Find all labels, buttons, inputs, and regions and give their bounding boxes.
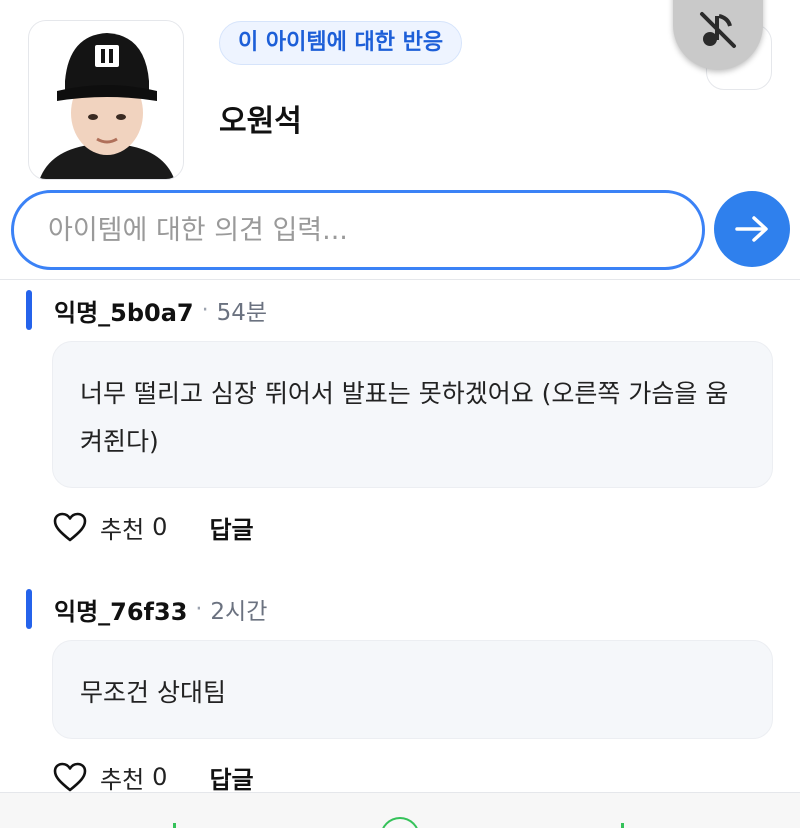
comment-input[interactable]	[11, 190, 705, 270]
like-label: 추천	[100, 515, 145, 544]
item-name: 오원석	[219, 104, 302, 139]
comment-text: 무조건 상대팀	[52, 640, 773, 739]
heart-icon	[53, 512, 87, 542]
like-count: 0	[152, 763, 168, 791]
reply-button[interactable]: 답글	[209, 760, 253, 795]
separator-dot: ·	[195, 596, 203, 622]
player-photo	[28, 20, 184, 180]
comment-actions: 추천 0 답글	[52, 505, 254, 549]
send-arrow-icon	[735, 216, 768, 242]
separator-dot: ·	[201, 297, 209, 323]
comment-accent-bar	[26, 589, 32, 629]
like-button[interactable]: 추천 0	[52, 510, 167, 545]
comment-author: 익명_5b0a7	[54, 298, 194, 327]
heart-icon	[53, 762, 87, 792]
comment-text: 너무 떨리고 심장 뛰어서 발표는 못하겠어요 (오른쪽 가슴을 움켜쥔다)	[52, 341, 773, 488]
comment-time: 54분	[216, 300, 268, 326]
like-count: 0	[152, 513, 168, 541]
comment-header: 익명_5b0a7 · 54분	[26, 290, 267, 330]
reply-button[interactable]: 답글	[209, 510, 253, 545]
like-button[interactable]: 추천 0	[52, 760, 167, 795]
nav-item-right[interactable]	[621, 823, 624, 828]
comment-composer	[0, 182, 800, 280]
nav-item-left[interactable]	[173, 823, 176, 828]
mute-icon	[700, 12, 736, 48]
comment-header: 익명_76f33 · 2시간	[26, 589, 267, 629]
item-header: 이 아이템에 대한 반응 오원석 ⌕	[0, 0, 800, 182]
comment-time: 2시간	[210, 599, 268, 625]
like-label: 추천	[100, 765, 145, 794]
comment-accent-bar	[26, 290, 32, 330]
send-button[interactable]	[714, 191, 790, 267]
reaction-badge: 이 아이템에 대한 반응	[219, 21, 463, 65]
nav-item-center[interactable]	[380, 817, 420, 828]
bottom-nav	[0, 792, 800, 828]
comment-author: 익명_76f33	[54, 597, 188, 626]
